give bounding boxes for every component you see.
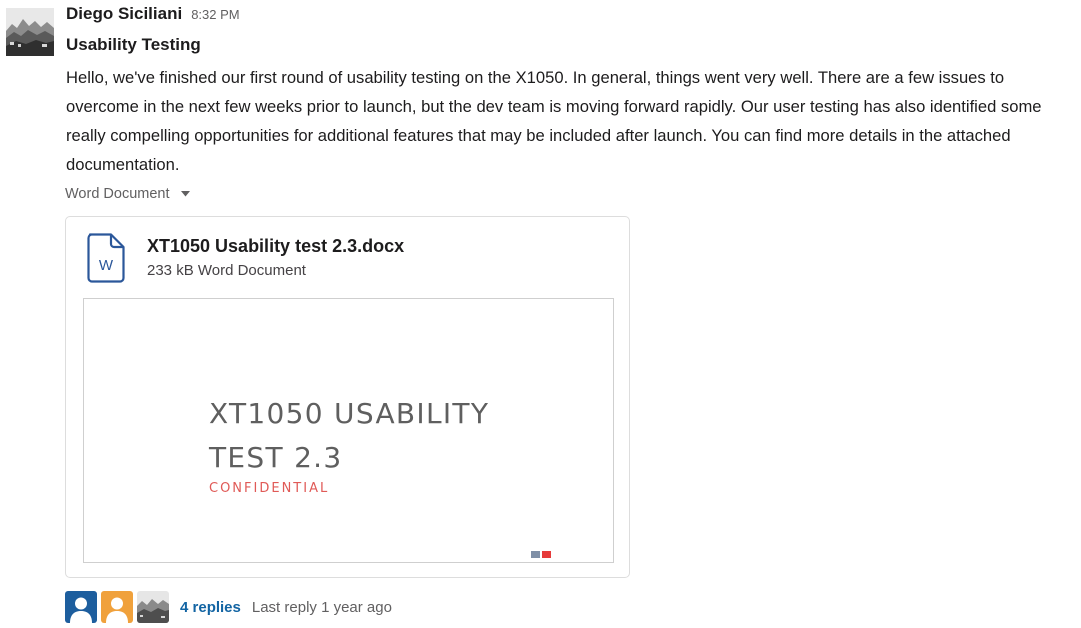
message-body: Hello, we've finished our first round of…	[66, 68, 1042, 174]
user-avatar-icon	[101, 591, 133, 623]
message-timestamp[interactable]: 8:32 PM	[191, 7, 239, 22]
preview-title: XT1050 USABILITY TEST 2.3	[209, 397, 490, 474]
message: Diego Siciliani 8:32 PM Usability Testin…	[0, 0, 1081, 628]
sender-avatar[interactable]	[6, 8, 54, 56]
reply-avatar-1[interactable]	[65, 591, 97, 623]
message-subject: Usability Testing	[66, 35, 201, 54]
user-avatar-icon	[65, 591, 97, 623]
preview-logo-block	[531, 551, 540, 558]
message-header: Diego Siciliani 8:32 PM	[66, 4, 240, 28]
attachment-type-label: Word Document	[65, 186, 170, 202]
sender-name[interactable]: Diego Siciliani	[66, 4, 182, 24]
mountain-photo-avatar	[6, 8, 54, 56]
file-meta: 233 kB Word Document	[147, 262, 306, 279]
reply-avatar-2[interactable]	[101, 591, 133, 623]
word-document-icon-letter: W	[99, 257, 114, 274]
mountain-photo-avatar	[137, 591, 169, 623]
replies-link[interactable]: 4 replies	[180, 599, 241, 616]
preview-logo-mark	[531, 551, 551, 558]
preview-logo-block	[542, 551, 551, 558]
file-name[interactable]: XT1050 Usability test 2.3.docx	[147, 234, 404, 258]
thread-summary: 4 replies Last reply 1 year ago	[65, 591, 392, 623]
last-reply-text: Last reply 1 year ago	[251, 598, 392, 616]
word-document-icon[interactable]: W	[87, 233, 125, 283]
reply-avatar-3[interactable]	[137, 591, 169, 623]
document-preview[interactable]: XT1050 USABILITY TEST 2.3 CONFIDENTIAL	[83, 298, 614, 563]
preview-confidential-label: CONFIDENTIAL	[209, 481, 330, 496]
file-attachment-card[interactable]: W XT1050 Usability test 2.3.docx 233 kB …	[65, 216, 630, 578]
attachment-type-toggle[interactable]: Word Document	[65, 186, 190, 202]
caret-down-icon	[180, 191, 190, 197]
